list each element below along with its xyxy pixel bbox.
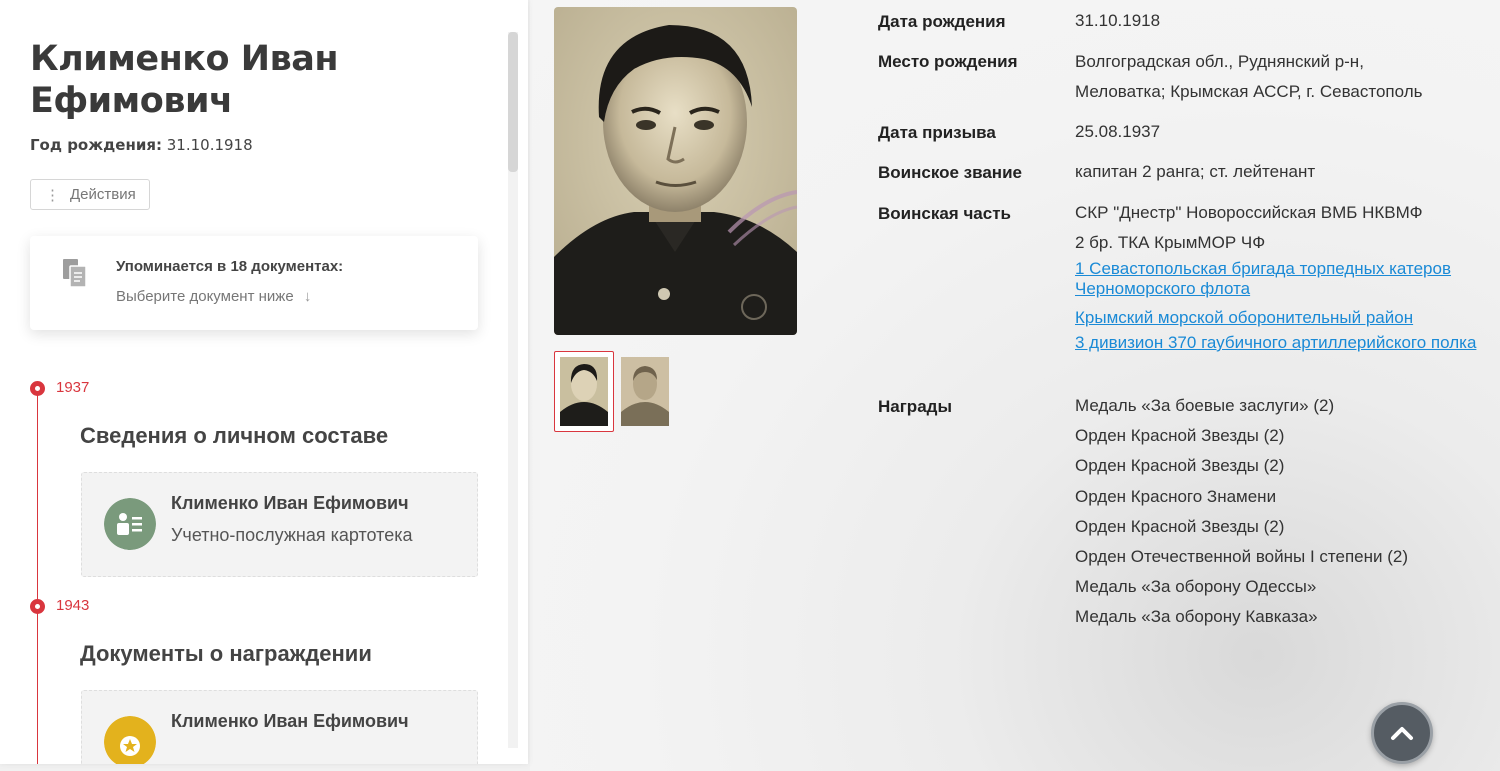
document-card[interactable]: Клименко Иван Ефимович Учетно-послужная … [81,472,478,577]
unit-label: Воинская часть [878,204,1011,223]
award-item: Орден Красного Знамени [1075,486,1277,506]
awards-list: Медаль «За боевые заслуги» (2) Орден Кра… [1075,391,1495,633]
photo-thumbnail-2[interactable] [615,351,675,432]
timeline-year: 1937 [56,379,90,396]
thumbnail-image [560,357,608,426]
award-item: Медаль «За боевые заслуги» (2) [1075,396,1335,415]
timeline-year: 1943 [56,597,90,614]
birth-year-label: Год рождения: [30,136,162,154]
unit-line-1: СКР "Днестр" Новороссийская ВМБ НКВМФ [1075,203,1423,222]
mentions-subtitle: Выберите документ ниже ↓ [116,288,311,305]
award-item: Орден Красной Звезды (2) [1075,426,1285,446]
awards-label: Награды [878,397,952,416]
person-list-icon [104,498,156,550]
document-card[interactable]: Клименко Иван Ефимович [81,690,478,764]
documents-icon [63,259,87,288]
unit-link-crimea-defense-region[interactable]: Крымский морской оборонительный район [1075,308,1495,328]
timeline-dot [30,381,45,396]
thumbnail-image [621,357,669,426]
unit-link-torpedo-brigade[interactable]: 1 Севастопольская бригада торпедных кате… [1075,259,1495,299]
more-vertical-icon: ⋮ [45,186,60,204]
award-item: Медаль «За оборону Кавказа» [1075,607,1318,627]
award-item: Орден Красной Звезды (2) [1075,516,1285,536]
unit-value: СКР "Днестр" Новороссийская ВМБ НКВМФ 2 … [1075,198,1495,353]
portrait-image [554,7,797,335]
section-title: Документы о награждении [80,641,372,666]
mentions-title: Упоминается в 18 документах: [116,258,344,275]
arrow-down-icon: ↓ [303,288,312,305]
actions-button[interactable]: ⋮ Действия [30,179,150,210]
scroll-to-top-button[interactable] [1371,702,1433,764]
rank-value: капитан 2 ранга; ст. лейтенант [1075,162,1316,181]
document-card-name: Клименко Иван Ефимович [171,711,409,731]
birth-place-line-1: Волгоградская обл., Руднянский р-н, [1075,52,1364,71]
birth-place-line-2: Меловатка; Крымская АССР, г. Севастополь [1075,82,1423,101]
timeline-line [37,388,38,764]
chevron-up-icon [1391,727,1413,740]
unit-link-artillery-division[interactable]: 3 дивизион 370 гаубичного артиллерийског… [1075,333,1495,353]
photo-thumbnail-1[interactable] [554,351,614,432]
draft-date-value: 25.08.1937 [1075,122,1161,141]
person-sidebar: Клименко Иван Ефимович Год рождения: 31.… [0,0,528,764]
unit-line-2: 2 бр. ТКА КрымМОР ЧФ [1075,233,1266,252]
mentions-card: Упоминается в 18 документах: Выберите до… [30,236,478,330]
award-item: Медаль «За оборону Одессы» [1075,577,1317,597]
birth-place-value: Волгоградская обл., Руднянский р-н, Мело… [1075,47,1495,107]
birth-year: Год рождения: 31.10.1918 [30,136,253,154]
mentions-subtitle-text: Выберите документ ниже [116,288,294,305]
timeline-dot [30,599,45,614]
actions-label: Действия [70,186,136,203]
medal-icon [104,716,156,764]
section-title: Сведения о личном составе [80,423,389,448]
draft-date-label: Дата призыва [878,123,996,142]
birth-year-value: 31.10.1918 [166,136,253,154]
document-card-type: Учетно-послужная картотека [171,525,413,545]
document-card-name: Клименко Иван Ефимович [171,493,409,513]
birth-place-label: Место рождения [878,52,1018,71]
birth-date-value: 31.10.1918 [1075,11,1161,30]
birth-date-label: Дата рождения [878,12,1006,31]
rank-label: Воинское звание [878,163,1022,182]
scrollbar-thumb[interactable] [508,32,518,172]
main-portrait-photo[interactable] [554,7,797,335]
person-name: Клименко Иван Ефимович [30,39,339,121]
award-item: Орден Отечественной войны I степени (2) [1075,547,1408,567]
award-item: Орден Красной Звезды (2) [1075,456,1285,476]
sidebar-scrollbar[interactable] [508,32,518,748]
